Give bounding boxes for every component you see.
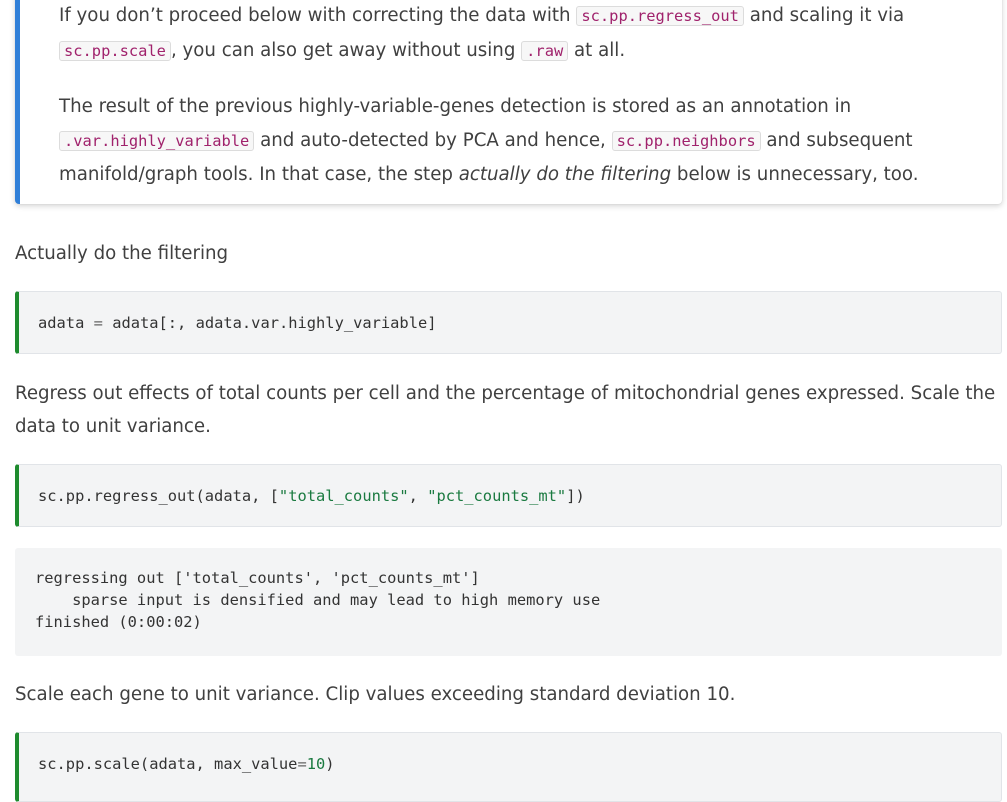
- paragraph-scale: Scale each gene to unit variance. Clip v…: [15, 684, 736, 705]
- note-text: , you can also get away without using: [170, 39, 522, 61]
- note-admonition: If you don’t proceed below with correcti…: [15, 0, 1002, 204]
- note-text: below is unnecessary, too.: [671, 164, 919, 185]
- inline-code-scale: sc.pp.scale: [59, 40, 171, 61]
- note-text: If you don’t proceed below with correcti…: [59, 5, 577, 26]
- note-text: at all.: [568, 39, 626, 61]
- inline-code-highly-variable: .var.highly_variable: [59, 130, 255, 151]
- inline-code-neighbors: sc.pp.neighbors: [611, 130, 761, 151]
- note-paragraph-hvg: The result of the previous highly-variab…: [59, 90, 919, 192]
- note-text: and auto-detected by PCA and hence,: [254, 129, 612, 151]
- code-string: "pct_counts_mt": [427, 487, 567, 505]
- note-text: manifold/graph tools. In that case, the …: [59, 164, 459, 185]
- inline-code-raw: .raw: [521, 40, 569, 61]
- note-text: and scaling it via: [743, 5, 905, 26]
- code-token: ]): [566, 487, 585, 505]
- code-token: sc.pp.scale(adata, max_value: [38, 755, 298, 773]
- code-string: "total_counts": [278, 487, 409, 505]
- paragraph-regress: Regress out effects of total counts per …: [15, 383, 996, 437]
- code-token: sc.pp.regress_out(adata, [: [38, 487, 279, 505]
- note-emphasis: actually do the filtering: [458, 164, 672, 185]
- code-cell-regress-out[interactable]: sc.pp.regress_out(adata, ["total_counts"…: [15, 464, 1002, 527]
- note-text: and subsequent: [760, 129, 913, 151]
- cell-output-regress: regressing out ['total_counts', 'pct_cou…: [15, 548, 1002, 656]
- code-operator: =: [297, 755, 307, 773]
- note-paragraph-raw: If you don’t proceed below with correcti…: [59, 0, 904, 68]
- heading-filtering: Actually do the filtering: [15, 243, 229, 264]
- code-token: ): [325, 755, 335, 773]
- code-cell-filter[interactable]: adata = adata[:, adata.var.highly_variab…: [15, 291, 1002, 354]
- inline-code-regress-out: sc.pp.regress_out: [576, 6, 744, 26]
- note-text: The result of the previous highly-variab…: [59, 96, 852, 117]
- code-token: ,: [408, 487, 428, 505]
- code-operator: =: [93, 314, 103, 332]
- code-token: adata[:, adata.var.highly_variable]: [112, 314, 437, 332]
- code-number: 10: [306, 755, 326, 773]
- code-token: adata: [38, 314, 85, 332]
